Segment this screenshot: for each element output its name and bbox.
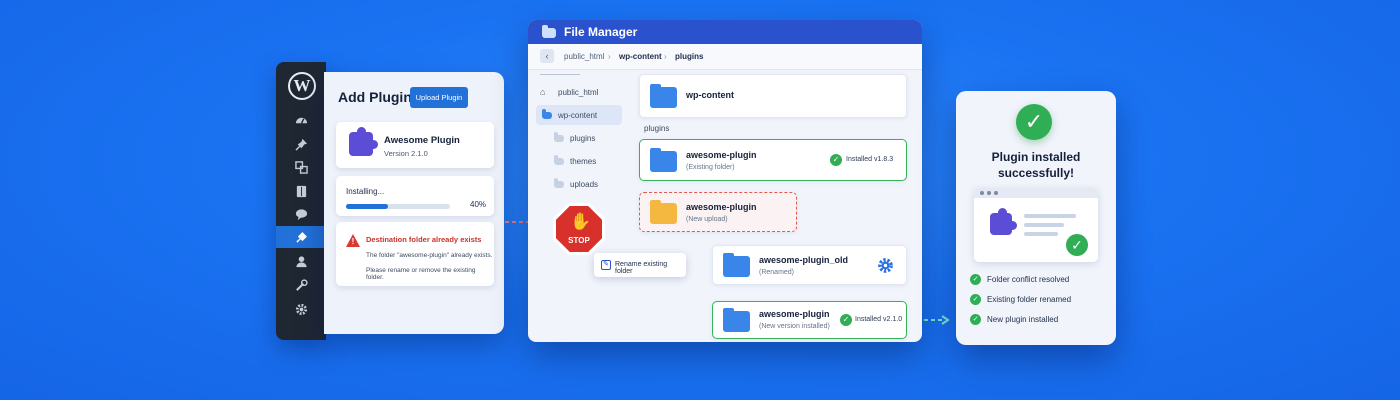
feature-label: New plugin installed <box>987 315 1059 324</box>
breadcrumb-item[interactable]: public_html <box>564 52 604 61</box>
folder-icon <box>650 148 677 172</box>
file-manager-title: File Manager <box>564 25 638 39</box>
breadcrumb-item[interactable]: wp-content <box>619 52 662 61</box>
breadcrumb: ‹ public_html › wp-content › plugins <box>528 44 922 70</box>
success-title-line-2: successfully! <box>997 166 1075 180</box>
folder-name: awesome-plugin <box>759 309 830 319</box>
folder-name: awesome-plugin_old <box>759 255 849 265</box>
plugin-preview-window: ✓ <box>974 188 1098 262</box>
check-badge-icon: ✓ <box>1064 232 1090 258</box>
folder-icon <box>554 132 564 142</box>
folder-subtitle: (Renamed) <box>759 269 795 276</box>
text-line-placeholder <box>1024 232 1058 236</box>
hand-icon: ✋ <box>570 212 592 231</box>
window-dot-icon <box>980 191 984 195</box>
folder-name: awesome-plugin <box>686 150 757 160</box>
puzzle-plugin-icon <box>990 208 1017 235</box>
feature-label: Existing folder renamed <box>987 295 1072 304</box>
breadcrumb-item[interactable]: plugins <box>675 52 703 61</box>
folder-subtitle: (New upload) <box>686 216 728 223</box>
folder-icon <box>542 25 556 38</box>
success-title-line-1: Plugin installed <box>991 150 1081 164</box>
window-titlebar <box>974 188 1098 198</box>
folder-subtitle: (New version installed) <box>759 323 830 330</box>
check-icon: ✓ <box>970 294 981 305</box>
rename-action-label: Rename existing folder <box>615 261 668 275</box>
chevron-right-icon: › <box>664 52 667 61</box>
sidebar-item-uploads[interactable]: uploads <box>536 174 622 194</box>
check-icon: ✓ <box>970 314 981 325</box>
folder-row-renamed[interactable]: awesome-plugin_old (Renamed) <box>712 245 907 285</box>
back-arrow-icon[interactable]: ‹ <box>540 49 554 63</box>
sidebar-item-label: public_html <box>558 88 599 97</box>
folder-icon <box>723 253 750 277</box>
folder-row-new-version[interactable]: awesome-plugin (New version installed) ✓… <box>712 301 907 339</box>
folder-row-existing[interactable]: awesome-plugin (Existing folder) ✓ Insta… <box>639 139 907 181</box>
check-badge-icon: ✓ <box>840 314 852 326</box>
sidebar-item-label: uploads <box>570 180 599 189</box>
divider <box>540 74 580 75</box>
sidebar-item-plugins[interactable]: plugins <box>536 128 622 148</box>
edit-icon: ✎ <box>601 260 611 270</box>
stop-label: STOP <box>568 236 590 245</box>
window-dot-icon <box>987 191 991 195</box>
file-manager-window: File Manager ‹ public_html › wp-content … <box>528 20 922 342</box>
folder-icon <box>554 155 564 165</box>
folder-row-wp-content[interactable]: wp-content <box>639 74 907 118</box>
success-check-icon: ✓ <box>1016 104 1052 140</box>
success-panel: ✓ Plugin installed successfully! ✓ ✓ Fol… <box>956 91 1116 345</box>
folder-icon <box>542 109 552 119</box>
folder-icon <box>650 84 677 108</box>
sidebar-item-wp-content[interactable]: wp-content <box>536 105 622 125</box>
section-label: plugins <box>644 124 670 133</box>
sidebar-item-themes[interactable]: themes <box>536 151 622 171</box>
folder-name: awesome-plugin <box>686 202 757 212</box>
gear-icon[interactable] <box>877 257 894 274</box>
text-line-placeholder <box>1024 214 1076 218</box>
sidebar-item-label: wp-content <box>558 111 598 120</box>
sidebar-item-label: plugins <box>570 134 596 143</box>
file-manager-titlebar: File Manager <box>528 20 922 44</box>
folder-subtitle: (Existing folder) <box>686 164 735 171</box>
sidebar-item-label: themes <box>570 157 597 166</box>
installed-status: Installed v2.1.0 <box>855 316 903 323</box>
check-badge-icon: ✓ <box>830 154 842 166</box>
rename-existing-folder-action[interactable]: ✎ Rename existing folder <box>594 253 686 277</box>
check-icon: ✓ <box>970 274 981 285</box>
window-dot-icon <box>994 191 998 195</box>
arrow-head-success <box>941 315 950 325</box>
success-title: Plugin installed successfully! <box>956 149 1116 181</box>
sidebar-item-public-html[interactable]: ⌂ public_html <box>536 82 622 102</box>
folder-icon <box>554 178 564 188</box>
folder-icon <box>723 308 750 332</box>
folder-name: wp-content <box>686 90 734 100</box>
folder-icon <box>650 200 677 224</box>
home-icon: ⌂ <box>540 87 546 97</box>
chevron-right-icon: › <box>608 52 611 61</box>
installed-status: Installed v1.8.3 <box>846 156 894 163</box>
feature-label: Folder conflict resolved <box>987 275 1070 284</box>
text-line-placeholder <box>1024 223 1064 227</box>
folder-row-upload[interactable]: awesome-plugin (New upload) <box>639 192 797 232</box>
